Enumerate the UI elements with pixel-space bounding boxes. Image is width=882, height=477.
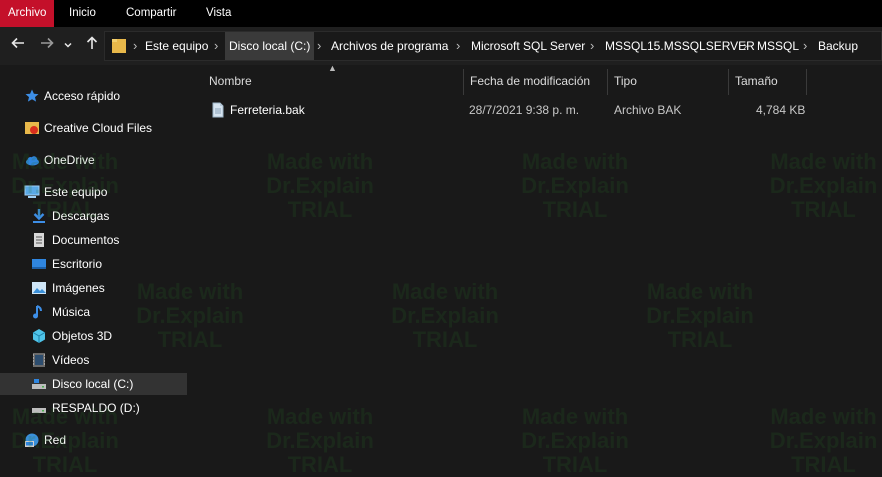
file-icon	[212, 102, 224, 118]
video-icon	[33, 353, 45, 367]
sidebar-item-acceso-rapido[interactable]: Acceso rápido	[0, 85, 187, 107]
sidebar-item-label: Descargas	[52, 209, 110, 223]
column-header-date[interactable]: Fecha de modificación	[470, 70, 590, 92]
sidebar-item-label: RESPALDO (D:)	[52, 401, 140, 415]
sidebar-item-label: Vídeos	[52, 353, 90, 367]
breadcrumb-disco-local[interactable]: Disco local (C:)	[225, 32, 315, 60]
sidebar-item-onedrive[interactable]: OneDrive	[0, 149, 187, 171]
sidebar-item-label: Red	[44, 433, 67, 447]
column-divider[interactable]	[607, 69, 608, 95]
tab-inicio[interactable]: Inicio	[69, 0, 96, 27]
tab-archivo[interactable]: Archivo	[0, 0, 55, 27]
column-divider[interactable]	[806, 69, 807, 95]
sidebar-item-label: Objetos 3D	[52, 329, 113, 343]
breadcrumb-separator-icon: ›	[743, 38, 748, 53]
breadcrumb-separator-icon: ›	[133, 38, 138, 53]
file-type: Archivo BAK	[614, 103, 682, 117]
column-divider[interactable]	[463, 69, 464, 95]
network-icon	[25, 433, 39, 447]
sidebar-item-label: Creative Cloud Files	[44, 121, 153, 135]
drive-icon	[32, 408, 46, 413]
document-icon	[34, 233, 44, 247]
sidebar-item-descargas[interactable]: Descargas	[0, 205, 187, 227]
image-icon	[32, 282, 46, 294]
file-row[interactable]: Ferreteria.bak 28/7/2021 9:38 p. m. Arch…	[206, 99, 826, 121]
arrow-left-icon	[11, 37, 24, 49]
back-button[interactable]	[7, 35, 29, 57]
sidebar-item-musica[interactable]: Música	[0, 301, 187, 323]
sidebar-item-label: Escritorio	[52, 257, 103, 271]
navigation-bar: › Este equipo › Disco local (C:) › Archi…	[0, 27, 882, 65]
star-icon	[25, 89, 39, 102]
sidebar-item-red[interactable]: Red	[0, 429, 187, 451]
file-size: 4,784 KB	[756, 103, 806, 117]
sidebar-item-label: Imágenes	[52, 281, 105, 295]
tab-vista[interactable]: Vista	[206, 0, 231, 27]
sidebar-item-label: OneDrive	[44, 153, 95, 167]
sidebar-item-escritorio[interactable]: Escritorio	[0, 253, 187, 275]
file-name: Ferreteria.bak	[230, 103, 305, 117]
sidebar-item-imagenes[interactable]: Imágenes	[0, 277, 187, 299]
file-list-pane: ▲ Nombre Fecha de modificación Tipo Tama…	[190, 63, 882, 473]
folder-icon	[112, 39, 126, 53]
forward-button[interactable]	[36, 35, 58, 57]
file-date: 28/7/2021 9:38 p. m.	[469, 103, 580, 117]
sidebar-item-label: Música	[52, 305, 91, 319]
up-button[interactable]	[81, 35, 103, 57]
ribbon-tabs: Archivo Inicio Compartir Vista	[0, 0, 882, 27]
cube-icon	[32, 329, 46, 343]
arrow-right-icon	[41, 37, 54, 49]
sidebar-item-documentos[interactable]: Documentos	[0, 229, 187, 251]
column-divider[interactable]	[728, 69, 729, 95]
breadcrumb-separator-icon: ›	[590, 38, 595, 53]
breadcrumb-separator-icon: ›	[317, 38, 322, 53]
sidebar-item-label: Documentos	[52, 233, 120, 247]
chevron-down-icon	[64, 42, 72, 48]
computer-icon	[24, 185, 40, 198]
sidebar-item-videos[interactable]: Vídeos	[0, 349, 187, 371]
breadcrumb-archivos-de-programa[interactable]: Archivos de programa	[331, 32, 448, 60]
breadcrumb-este-equipo[interactable]: Este equipo	[145, 32, 208, 60]
sidebar-item-label: Disco local (C:)	[52, 377, 134, 391]
music-icon	[33, 305, 42, 319]
tab-compartir[interactable]: Compartir	[126, 0, 176, 27]
download-icon	[33, 209, 45, 223]
cloud-icon	[26, 156, 39, 166]
breadcrumb-separator-icon: ›	[214, 38, 219, 53]
sidebar-item-creative-cloud-files[interactable]: Creative Cloud Files	[0, 117, 187, 139]
column-header-name[interactable]: Nombre	[209, 70, 252, 92]
drive-icon	[32, 379, 46, 389]
breadcrumb-separator-icon: ›	[803, 38, 808, 53]
breadcrumb-mssql[interactable]: MSSQL	[757, 32, 799, 60]
column-header-size[interactable]: Tamaño	[735, 70, 778, 92]
sidebar-item-este-equipo[interactable]: Este equipo	[0, 181, 187, 203]
breadcrumb-mssql15[interactable]: MSSQL15.MSSQLSERVER	[605, 32, 755, 60]
sidebar-item-objetos-3d[interactable]: Objetos 3D	[0, 325, 187, 347]
breadcrumb-microsoft-sql-server[interactable]: Microsoft SQL Server	[471, 32, 585, 60]
recent-locations-button[interactable]	[61, 35, 75, 57]
sidebar-item-label: Este equipo	[44, 185, 108, 199]
sidebar-item-respaldo-d[interactable]: RESPALDO (D:)	[0, 397, 187, 419]
desktop-icon	[32, 259, 46, 269]
sort-ascending-icon: ▲	[328, 63, 337, 73]
column-header-type[interactable]: Tipo	[614, 70, 637, 92]
navigation-pane: Acceso rápido Creative Cloud Files OneDr…	[0, 65, 190, 473]
arrow-up-icon	[86, 36, 98, 49]
breadcrumb-separator-icon: ›	[456, 38, 461, 53]
address-bar[interactable]: › Este equipo › Disco local (C:) › Archi…	[104, 31, 882, 61]
breadcrumb-backup[interactable]: Backup	[818, 32, 858, 60]
sidebar-item-label: Acceso rápido	[44, 89, 121, 103]
creative-cloud-icon	[25, 122, 39, 134]
sidebar-item-disco-local-c[interactable]: Disco local (C:)	[0, 373, 187, 395]
